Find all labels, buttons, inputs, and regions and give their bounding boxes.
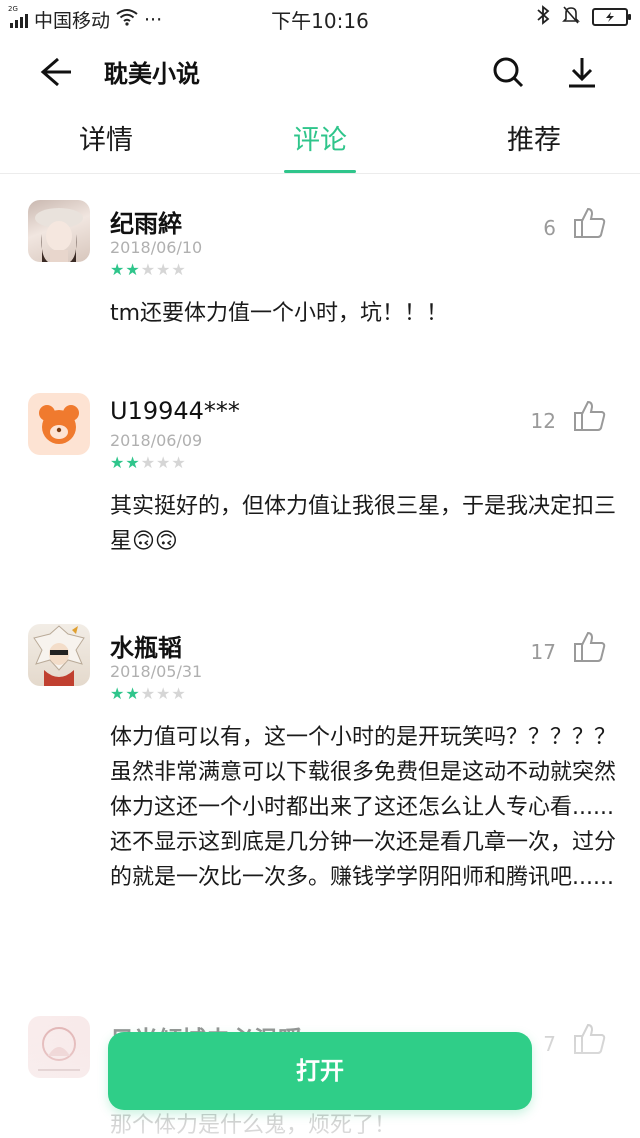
star-empty-icon: ★ xyxy=(156,453,171,472)
avatar[interactable] xyxy=(28,1016,90,1078)
tab-details[interactable]: 详情 xyxy=(36,118,176,174)
download-icon xyxy=(569,58,595,88)
rating-stars: ★ ★ ★ ★ ★ xyxy=(110,455,186,471)
tab-comments[interactable]: 评论 xyxy=(250,118,390,174)
page-title: 耽美小说 xyxy=(104,60,200,88)
like-count: 17 xyxy=(530,640,556,664)
arrow-left-icon xyxy=(40,57,71,87)
battery-icon xyxy=(592,8,631,26)
thumbs-up-icon xyxy=(574,631,606,662)
star-filled-icon: ★ xyxy=(125,684,140,703)
status-bar: 2G 中国移动 ··· 下午10:16 xyxy=(0,0,640,34)
avatar[interactable] xyxy=(28,393,90,455)
comment-author[interactable]: U19944*** xyxy=(110,397,240,425)
comment-date: 2018/06/10 xyxy=(110,238,203,257)
star-filled-icon: ★ xyxy=(110,684,125,703)
thumbs-up-icon xyxy=(574,1023,606,1054)
comment-text: 体力值可以有，这一个小时的是开玩笑吗？？？？？虽然非常满意可以下载很多免费但是这… xyxy=(110,725,617,890)
star-empty-icon: ★ xyxy=(171,260,186,279)
search-button[interactable] xyxy=(488,52,528,92)
bluetooth-icon xyxy=(536,5,550,29)
like-button[interactable] xyxy=(573,1022,607,1056)
star-empty-icon: ★ xyxy=(156,260,171,279)
comment-date: 2018/05/31 xyxy=(110,662,203,681)
rating-stars: ★ ★ ★ ★ ★ xyxy=(110,686,186,702)
thumbs-up-icon xyxy=(574,400,606,431)
comment-date: 2018/06/09 xyxy=(110,431,203,450)
star-empty-icon: ★ xyxy=(171,684,186,703)
like-count: 7 xyxy=(543,1032,556,1056)
avatar[interactable] xyxy=(28,624,90,686)
search-icon xyxy=(493,57,524,88)
star-empty-icon: ★ xyxy=(156,684,171,703)
like-button[interactable] xyxy=(573,206,607,240)
avatar[interactable] xyxy=(28,200,90,262)
like-count: 12 xyxy=(530,409,556,433)
comment-author[interactable]: 水瓶韬 xyxy=(110,628,182,663)
active-tab-indicator xyxy=(284,170,356,173)
like-button[interactable] xyxy=(573,399,607,433)
download-button[interactable] xyxy=(562,52,602,92)
star-empty-icon: ★ xyxy=(140,684,156,703)
star-empty-icon: ★ xyxy=(140,453,156,472)
comment-text: 那个体力是什么鬼，烦死了！ xyxy=(110,1113,397,1138)
comment-text: tm还要体力值一个小时，坑！！！ xyxy=(110,301,449,326)
comment-author[interactable]: 纪雨綷 xyxy=(110,204,182,239)
tab-bar: 详情 评论 推荐 xyxy=(0,106,640,174)
open-button[interactable]: 打开 xyxy=(108,1032,532,1110)
star-filled-icon: ★ xyxy=(125,453,140,472)
like-button[interactable] xyxy=(573,630,607,664)
back-button[interactable] xyxy=(32,52,82,92)
tab-recommend[interactable]: 推荐 xyxy=(464,118,604,174)
star-empty-icon: ★ xyxy=(140,260,156,279)
mute-bell-icon xyxy=(562,5,580,29)
thumbs-up-icon xyxy=(574,207,606,238)
star-filled-icon: ★ xyxy=(110,260,125,279)
star-empty-icon: ★ xyxy=(171,453,186,472)
star-filled-icon: ★ xyxy=(125,260,140,279)
like-count: 6 xyxy=(543,216,556,240)
rating-stars: ★ ★ ★ ★ ★ xyxy=(110,262,186,278)
app-bar: 耽美小说 xyxy=(0,34,640,106)
star-filled-icon: ★ xyxy=(110,453,125,472)
comment-text: 其实挺好的，但体力值让我很三星，于是我决定扣三星🙃🙃 xyxy=(110,494,617,554)
